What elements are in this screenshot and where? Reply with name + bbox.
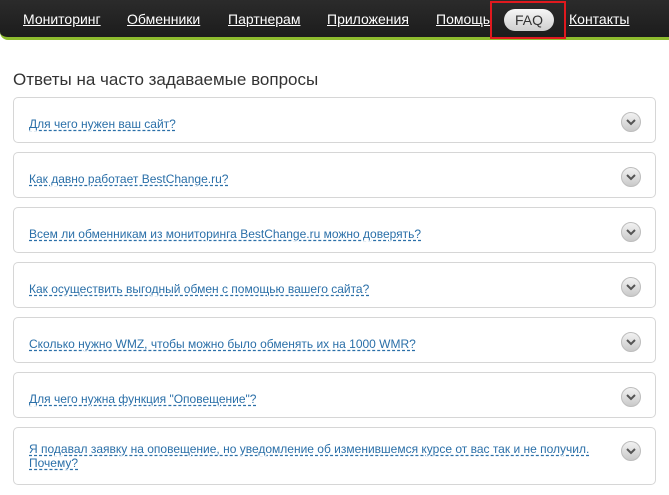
faq-item[interactable]: Как давно работает BestChange.ru? <box>13 152 656 198</box>
chevron-down-icon[interactable] <box>621 387 641 407</box>
faq-highlight-box <box>490 1 566 39</box>
nav-apps[interactable]: Приложения <box>327 11 409 27</box>
faq-item[interactable]: Для чего нужен ваш сайт? <box>13 97 656 143</box>
faq-question[interactable]: Для чего нужна функция "Оповещение"? <box>29 392 599 406</box>
chevron-down-icon[interactable] <box>621 112 641 132</box>
faq-item[interactable]: Я подавал заявку на оповещение, но уведо… <box>13 427 656 485</box>
faq-question[interactable]: Как давно работает BestChange.ru? <box>29 172 599 186</box>
top-navigation: Мониторинг Обменники Партнерам Приложени… <box>0 0 669 40</box>
nav-contacts[interactable]: Контакты <box>569 11 629 27</box>
faq-item[interactable]: Как осуществить выгодный обмен с помощью… <box>13 262 656 308</box>
chevron-down-icon[interactable] <box>621 167 641 187</box>
faq-question[interactable]: Всем ли обменникам из мониторинга BestCh… <box>29 227 599 241</box>
faq-question[interactable]: Сколько нужно WMZ, чтобы можно было обме… <box>29 337 599 351</box>
chevron-down-icon[interactable] <box>621 332 641 352</box>
chevron-down-icon[interactable] <box>621 222 641 242</box>
faq-question[interactable]: Я подавал заявку на оповещение, но уведо… <box>29 442 599 470</box>
faq-question[interactable]: Как осуществить выгодный обмен с помощью… <box>29 282 599 296</box>
faq-item[interactable]: Всем ли обменникам из мониторинга BestCh… <box>13 207 656 253</box>
nav-partners[interactable]: Партнерам <box>228 11 300 27</box>
chevron-down-icon[interactable] <box>621 277 641 297</box>
faq-list: Для чего нужен ваш сайт? Как давно работ… <box>13 97 656 494</box>
page-title: Ответы на часто задаваемые вопросы <box>13 70 319 89</box>
chevron-down-icon[interactable] <box>621 441 641 461</box>
nav-help[interactable]: Помощь <box>436 11 490 27</box>
faq-item[interactable]: Для чего нужна функция "Оповещение"? <box>13 372 656 418</box>
faq-item[interactable]: Сколько нужно WMZ, чтобы можно было обме… <box>13 317 656 363</box>
nav-monitoring[interactable]: Мониторинг <box>23 11 101 27</box>
nav-exchangers[interactable]: Обменники <box>127 11 200 27</box>
faq-question[interactable]: Для чего нужен ваш сайт? <box>29 117 599 131</box>
